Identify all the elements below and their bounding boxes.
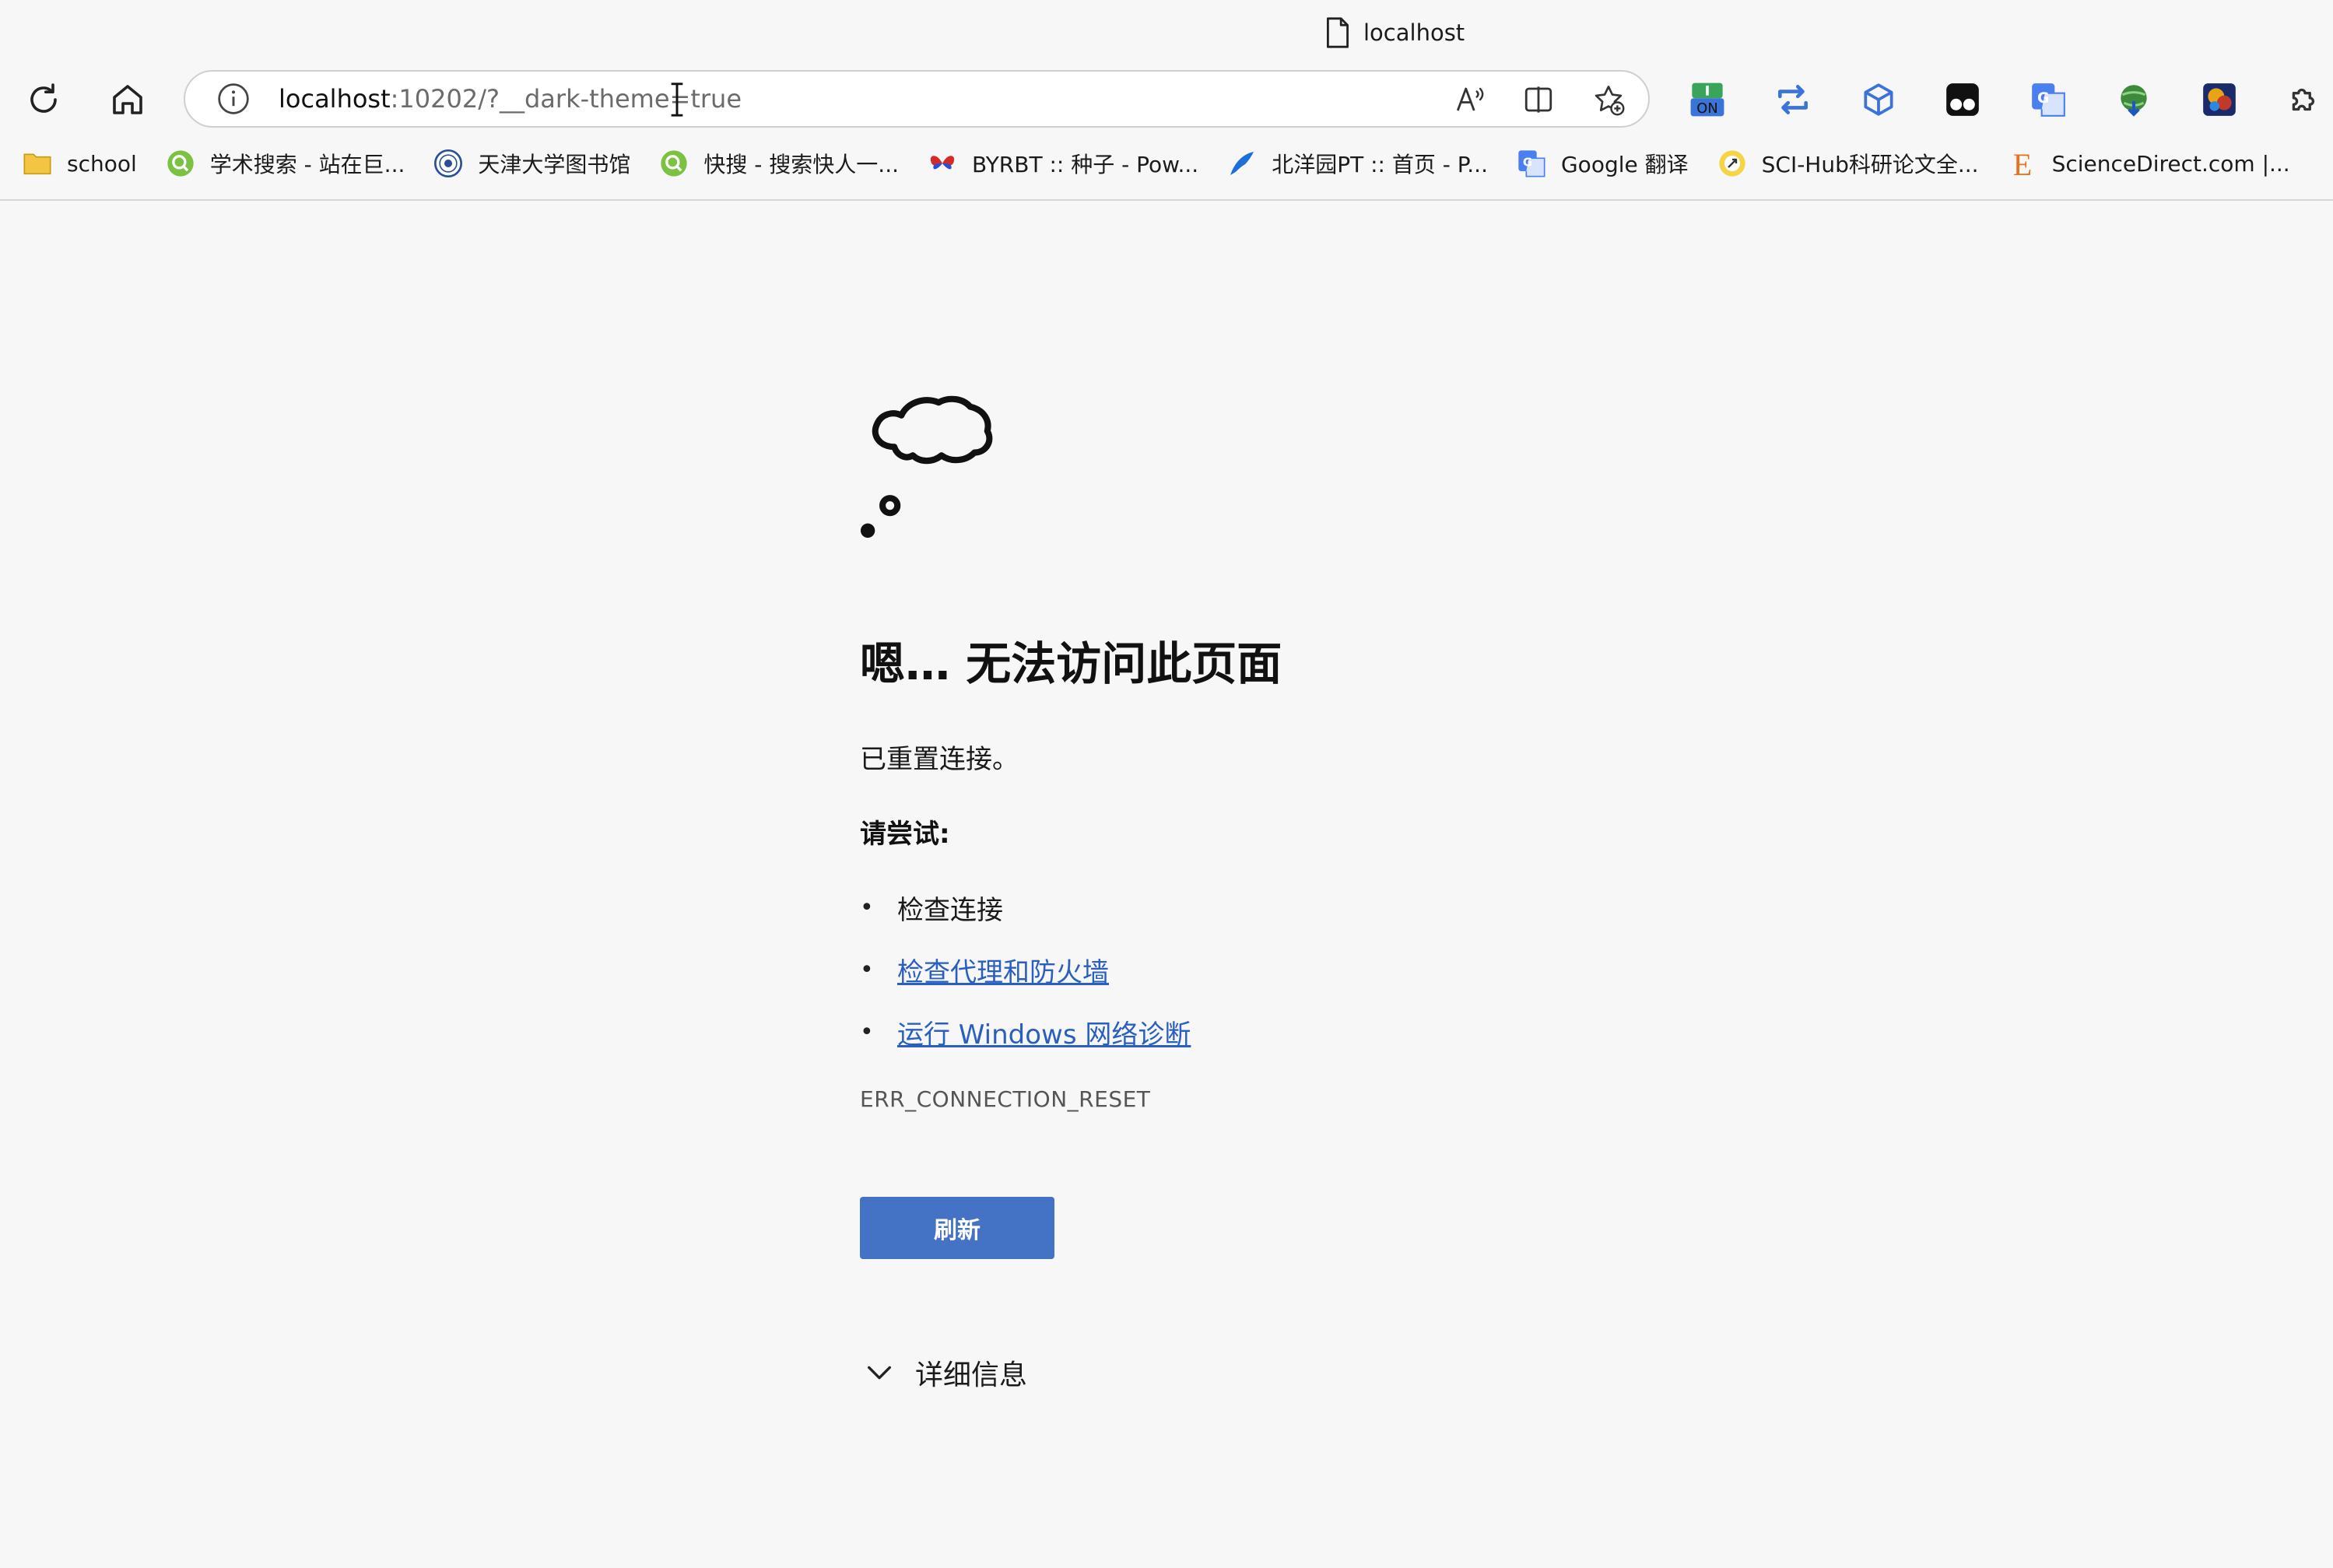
bookmark-academic-search[interactable]: 学术搜索 - 站在巨... bbox=[165, 148, 405, 179]
sci-hub-favicon bbox=[1718, 150, 1745, 177]
tab-title-text: localhost bbox=[1363, 19, 1465, 46]
folder-icon bbox=[23, 153, 51, 175]
wing-favicon bbox=[1230, 152, 1254, 176]
star-add-icon bbox=[1595, 86, 1625, 116]
suggestion-item: • 检查连接 bbox=[860, 876, 1191, 938]
refresh-button[interactable]: 刷新 bbox=[860, 1197, 1054, 1259]
try-heading: 请尝试: bbox=[860, 819, 950, 850]
url-path: :10202/?__dark-theme=true bbox=[390, 84, 742, 114]
bookmark-label: 天津大学图书馆 bbox=[478, 152, 631, 177]
bookmark-label: ScienceDirect.com |... bbox=[2051, 150, 2290, 177]
butterfly-favicon bbox=[930, 156, 955, 170]
globe-download-icon bbox=[2121, 85, 2147, 117]
sync-arrows-icon bbox=[1778, 85, 1808, 114]
url-host: localhost bbox=[279, 84, 391, 114]
error-headline: 嗯… 无法访问此页面 bbox=[860, 637, 1282, 690]
extension-colorful[interactable] bbox=[2198, 78, 2241, 121]
svg-text:E: E bbox=[2012, 148, 2031, 179]
bookmark-label: 北洋园PT :: 首页 - P... bbox=[1272, 152, 1488, 177]
tampermonkey-icon bbox=[1946, 83, 1979, 116]
network-diagnostics-link[interactable]: 运行 Windows 网络诊断 bbox=[897, 1013, 1191, 1051]
bookmarks-bar: school 学术搜索 - 站在巨... 天津大学图书馆 快搜 - 搜索快人一.… bbox=[22, 143, 2290, 184]
elsevier-favicon: E bbox=[2012, 148, 2031, 179]
error-message: 已重置连接。 bbox=[860, 744, 1019, 775]
add-favorite-button[interactable] bbox=[1591, 82, 1626, 118]
google-translate-favicon: G bbox=[1518, 150, 1545, 177]
svg-text:G: G bbox=[2037, 90, 2049, 107]
extension-cube[interactable] bbox=[1857, 78, 1900, 121]
extension-badge: ON bbox=[1696, 100, 1717, 117]
suggestion-item: • 检查代理和防火墙 bbox=[860, 938, 1191, 1001]
green-search-favicon bbox=[167, 150, 194, 177]
bookmark-label: school bbox=[67, 150, 137, 177]
bookmark-label: BYRBT :: 种子 - Pow... bbox=[972, 152, 1199, 177]
extension-tampermonkey[interactable] bbox=[1941, 78, 1984, 121]
error-code: ERR_CONNECTION_RESET bbox=[860, 1086, 1151, 1112]
tab-title[interactable]: localhost bbox=[1324, 14, 1465, 51]
bookmark-school[interactable]: school bbox=[22, 148, 137, 179]
check-proxy-firewall-link[interactable]: 检查代理和防火墙 bbox=[897, 951, 1109, 989]
suggestion-check-connection: 检查连接 bbox=[897, 894, 1003, 926]
browser-chrome: localhost localhost:10202/?__dark-theme=… bbox=[0, 0, 2333, 201]
suggestion-list: • 检查连接 • 检查代理和防火墙 • 运行 Windows 网络诊断 bbox=[860, 876, 1191, 1063]
puzzle-icon bbox=[2292, 88, 2315, 111]
extension-sync[interactable] bbox=[1771, 78, 1815, 121]
read-aloud-button[interactable] bbox=[1452, 82, 1488, 118]
bullet: • bbox=[860, 956, 874, 984]
text-cursor-icon bbox=[671, 82, 683, 117]
bookmark-sciencedirect[interactable]: E ScienceDirect.com |... bbox=[2007, 148, 2290, 179]
university-seal-favicon bbox=[434, 149, 463, 177]
bookmark-label: 学术搜索 - 站在巨... bbox=[209, 152, 405, 177]
bookmark-label: SCI-Hub科研论文全... bbox=[1761, 152, 1979, 177]
bullet: • bbox=[860, 1018, 874, 1046]
extension-download[interactable] bbox=[2112, 78, 2156, 121]
extension-on-icon: ON bbox=[1690, 82, 1724, 117]
details-toggle[interactable]: 详细信息 bbox=[864, 1351, 1027, 1394]
home-icon bbox=[113, 85, 142, 114]
bookmark-label: Google 翻译 bbox=[1560, 152, 1689, 177]
suggestion-item: • 运行 Windows 网络诊断 bbox=[860, 1001, 1191, 1063]
bookmark-tju-library[interactable]: 天津大学图书馆 bbox=[433, 148, 630, 179]
split-screen-button[interactable] bbox=[1521, 82, 1556, 118]
green-search-favicon bbox=[661, 150, 688, 177]
extensions-button[interactable] bbox=[2283, 78, 2327, 121]
svg-text:G: G bbox=[1523, 155, 1532, 169]
colorful-square-icon bbox=[2203, 83, 2236, 116]
info-icon[interactable] bbox=[216, 82, 251, 116]
thought-cloud-icon bbox=[860, 395, 993, 538]
translate-icon: G bbox=[2032, 83, 2065, 117]
home-button[interactable] bbox=[103, 75, 153, 125]
bookmark-label: 快搜 - 搜索快人一... bbox=[703, 152, 900, 177]
details-label: 详细信息 bbox=[915, 1359, 1028, 1391]
cube-icon bbox=[1864, 83, 1893, 116]
split-screen-icon bbox=[1524, 86, 1552, 113]
bookmark-beiyangyuan-pt[interactable]: 北洋园PT :: 首页 - P... bbox=[1226, 148, 1488, 179]
bookmark-kuaisou[interactable]: 快搜 - 搜索快人一... bbox=[658, 148, 899, 179]
read-aloud-icon bbox=[1456, 87, 1484, 111]
bookmark-byrbt[interactable]: BYRBT :: 种子 - Pow... bbox=[927, 148, 1198, 179]
chevron-down-icon bbox=[868, 1366, 891, 1380]
bookmark-sci-hub[interactable]: SCI-Hub科研论文全... bbox=[1717, 148, 1979, 179]
page-icon bbox=[1327, 17, 1349, 48]
reload-icon bbox=[30, 83, 57, 113]
reload-button[interactable] bbox=[19, 75, 68, 125]
bookmark-google-translate[interactable]: G Google 翻译 bbox=[1516, 148, 1689, 179]
extension-translate[interactable]: G bbox=[2026, 78, 2070, 121]
bullet: • bbox=[860, 893, 874, 921]
address-bar[interactable]: localhost:10202/?__dark-theme=true bbox=[184, 70, 1650, 128]
extension-toggle[interactable]: ON bbox=[1686, 78, 1729, 121]
